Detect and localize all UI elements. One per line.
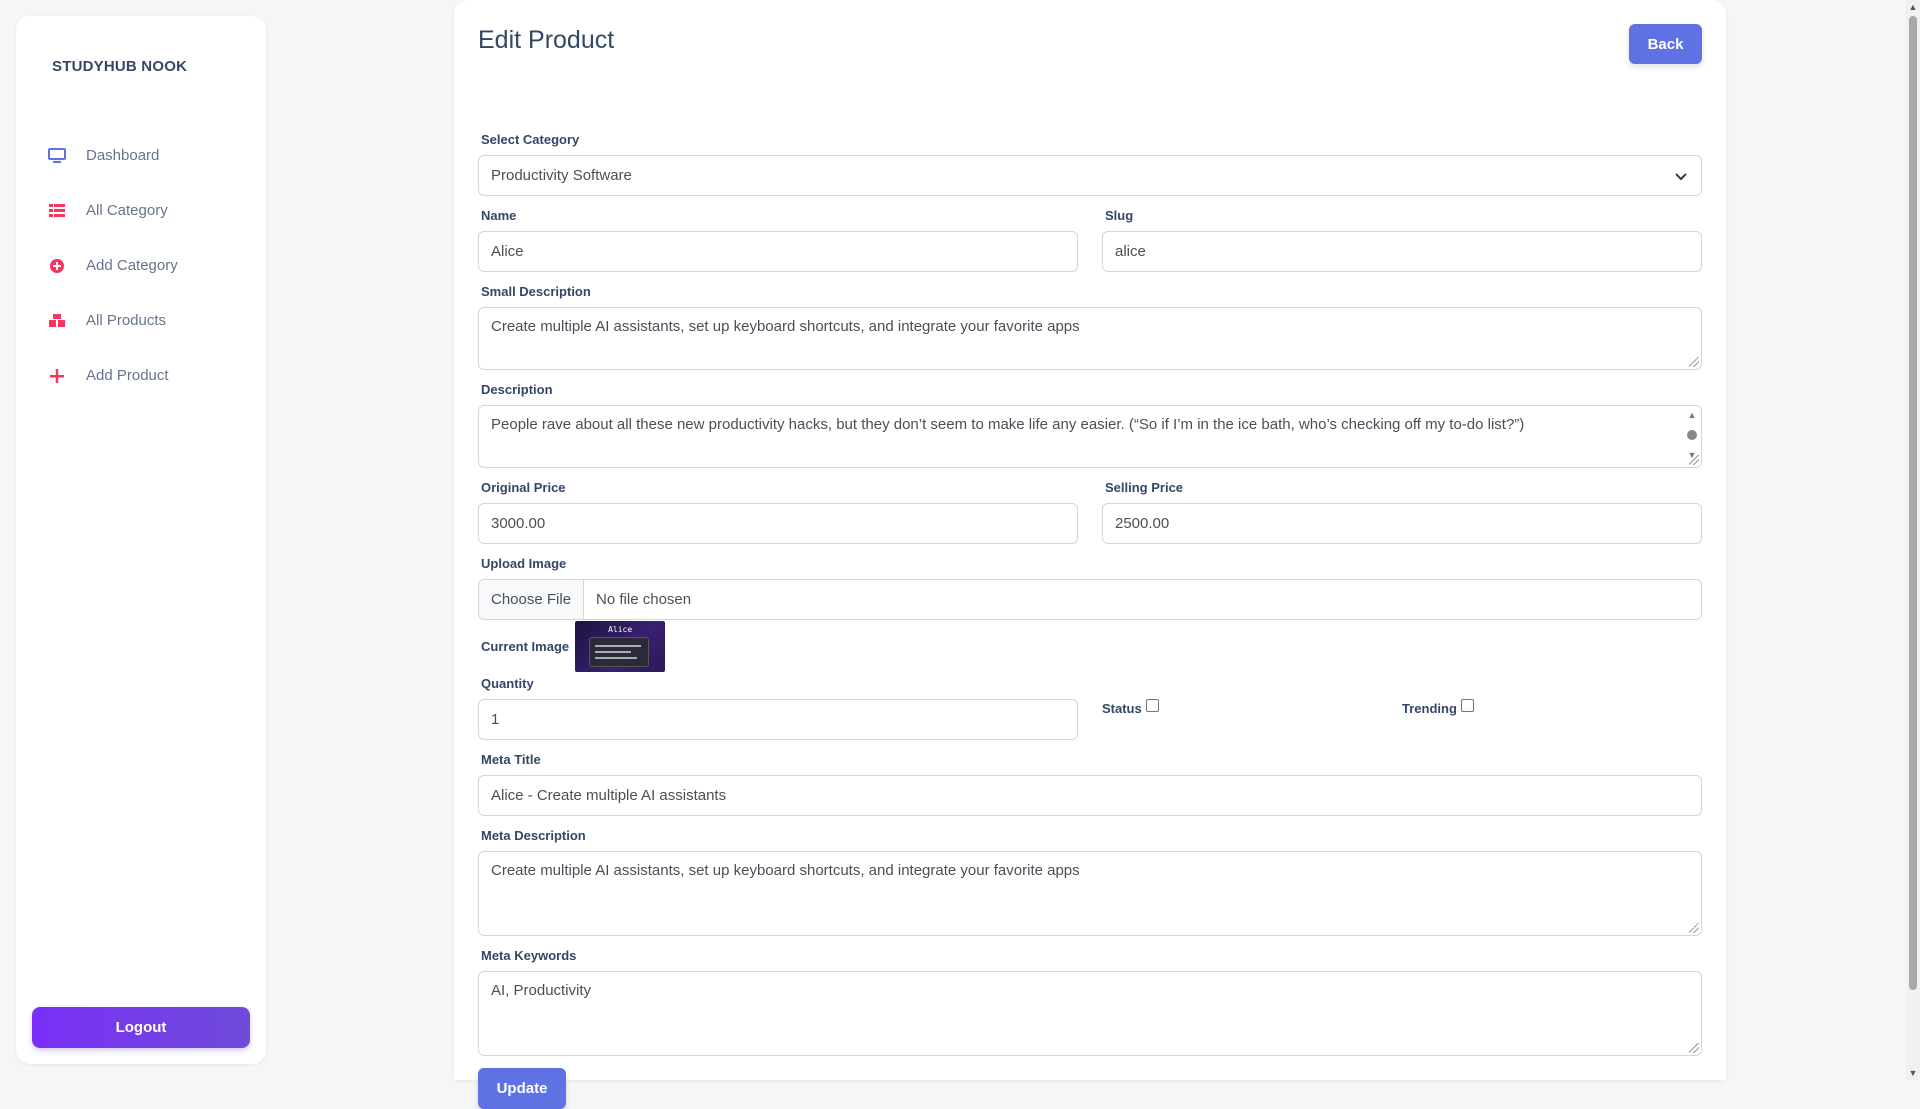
window-scrollbar[interactable]: ▲ ▼ [1906, 0, 1920, 1080]
meta-title-input[interactable]: Alice - Create multiple AI assistants [478, 775, 1702, 816]
sidebar-item-add-product[interactable]: Add Product [16, 348, 266, 403]
status-wrap: Status [1102, 691, 1402, 716]
sidebar-item-add-category[interactable]: Add Category [16, 238, 266, 293]
status-label: Status [1102, 701, 1142, 716]
current-image-label: Current Image [481, 638, 570, 654]
upload-image-label: Upload Image [481, 556, 567, 571]
original-price-label: Original Price [481, 480, 566, 495]
sidebar-item-label: Dashboard [86, 147, 160, 164]
plus-icon [46, 365, 68, 387]
resize-handle[interactable] [1689, 923, 1699, 933]
sidebar-item-all-category[interactable]: All Category [16, 183, 266, 238]
selling-price-label: Selling Price [1105, 480, 1184, 495]
status-field: Status [1102, 699, 1402, 716]
file-input[interactable]: Choose File No file chosen [478, 579, 1702, 620]
small-description-value: Create multiple AI assistants, set up ke… [491, 318, 1080, 335]
sidebar-item-label: Add Product [86, 367, 169, 384]
description-textarea[interactable]: People rave about all these new producti… [478, 405, 1702, 468]
edit-product-form: Select Category Productivity Software Na… [478, 132, 1702, 1109]
small-description-label: Small Description [481, 284, 591, 299]
meta-description-textarea[interactable]: Create multiple AI assistants, set up ke… [478, 851, 1702, 936]
selling-price-input[interactable]: 2500.00 [1102, 503, 1702, 544]
boxes-icon [46, 310, 68, 332]
status-checkbox[interactable] [1145, 699, 1159, 712]
trending-wrap: Trending [1402, 691, 1702, 716]
description-label: Description [481, 382, 553, 397]
scroll-down-icon[interactable]: ▼ [1906, 1066, 1920, 1080]
monitor-icon [46, 145, 68, 167]
price-row: Original Price 3000.00 Selling Price 250… [478, 480, 1702, 544]
category-value: Productivity Software [491, 167, 632, 184]
sidebar: STUDYHUB NOOK Dashboard All Category Add… [16, 16, 266, 1064]
choose-file-button[interactable]: Choose File [479, 580, 585, 619]
thumbnail-line [595, 656, 638, 659]
small-description-textarea[interactable]: Create multiple AI assistants, set up ke… [478, 307, 1702, 370]
name-slug-row: Name Alice Slug alice [478, 208, 1702, 272]
upload-image-group: Upload Image Choose File No file chosen [478, 556, 1702, 620]
thumbnail-line [595, 644, 642, 647]
name-input[interactable]: Alice [478, 231, 1078, 272]
page-title: Edit Product [478, 26, 615, 54]
description-value: People rave about all these new producti… [491, 416, 1525, 433]
thumbnail-title: Alice [608, 624, 633, 634]
quantity-label: Quantity [481, 676, 534, 691]
window-scroll-thumb[interactable] [1909, 16, 1917, 990]
resize-handle[interactable] [1689, 357, 1699, 367]
status-trending-group: Status Trending [1102, 676, 1702, 740]
small-description-group: Small Description Create multiple AI ass… [478, 284, 1702, 370]
category-group: Select Category Productivity Software [478, 132, 1702, 196]
trending-checkbox[interactable] [1460, 699, 1474, 712]
current-image-thumbnail: Alice [575, 620, 666, 672]
original-price-group: Original Price 3000.00 [478, 480, 1078, 544]
original-price-input[interactable]: 3000.00 [478, 503, 1078, 544]
meta-description-label: Meta Description [481, 828, 586, 843]
plus-circle-icon [46, 255, 68, 277]
scroll-up-icon[interactable]: ▲ [1906, 0, 1920, 14]
sidebar-item-dashboard[interactable]: Dashboard [16, 128, 266, 183]
quantity-row: Quantity 1 Status Trending [478, 676, 1702, 740]
name-group: Name Alice [478, 208, 1078, 272]
edit-product-card: Edit Product Back Select Category Produc… [454, 0, 1726, 1109]
sidebar-item-label: All Products [86, 312, 167, 329]
current-image-group: Current Image Alice [478, 620, 1702, 672]
scroll-thumb[interactable] [1687, 430, 1697, 440]
category-label: Select Category [481, 132, 580, 147]
sidebar-item-label: All Category [86, 202, 168, 219]
meta-keywords-group: Meta Keywords AI, Productivity [478, 948, 1702, 1056]
selling-price-group: Selling Price 2500.00 [1102, 480, 1702, 544]
category-select[interactable]: Productivity Software [478, 155, 1702, 196]
resize-handle[interactable] [1689, 455, 1699, 465]
meta-keywords-textarea[interactable]: AI, Productivity [478, 971, 1702, 1056]
quantity-group: Quantity 1 [478, 676, 1078, 740]
meta-title-group: Meta Title Alice - Create multiple AI as… [478, 752, 1702, 816]
name-label: Name [481, 208, 517, 223]
thumbnail-line [595, 650, 632, 653]
slug-label: Slug [1105, 208, 1134, 223]
logout-button[interactable]: Logout [32, 1007, 250, 1048]
sidebar-item-all-products[interactable]: All Products [16, 293, 266, 348]
sidebar-item-label: Add Category [86, 257, 178, 274]
trending-label: Trending [1402, 701, 1457, 716]
meta-description-group: Meta Description Create multiple AI assi… [478, 828, 1702, 936]
brand-logo[interactable]: STUDYHUB NOOK [52, 58, 187, 75]
chevron-down-icon [1673, 168, 1689, 184]
trending-field: Trending [1402, 699, 1702, 716]
back-button[interactable]: Back [1629, 24, 1702, 64]
description-group: Description People rave about all these … [478, 382, 1702, 468]
sidebar-nav: Dashboard All Category Add Category All … [16, 128, 266, 403]
resize-handle[interactable] [1689, 1043, 1699, 1053]
scroll-up-icon[interactable]: ▲ [1688, 410, 1697, 420]
update-button[interactable]: Update [478, 1068, 566, 1109]
slug-input[interactable]: alice [1102, 231, 1702, 272]
file-status: No file chosen [596, 591, 692, 608]
meta-keywords-value: AI, Productivity [491, 982, 592, 999]
slug-group: Slug alice [1102, 208, 1702, 272]
meta-keywords-label: Meta Keywords [481, 948, 577, 963]
description-scrollbar[interactable]: ▲ ▼ [1687, 410, 1697, 460]
meta-title-label: Meta Title [481, 752, 541, 767]
quantity-input[interactable]: 1 [478, 699, 1078, 740]
meta-description-value: Create multiple AI assistants, set up ke… [491, 862, 1080, 879]
list-icon [46, 200, 68, 222]
